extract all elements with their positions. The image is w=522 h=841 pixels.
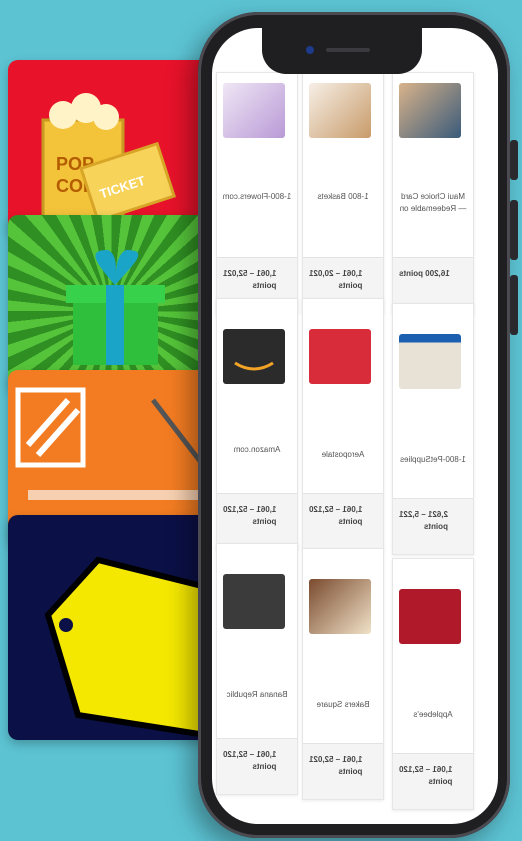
tile-footer: 1,061 – 52,120 points	[217, 493, 297, 549]
banana-republic-card-image	[223, 574, 285, 629]
tile-footer: 1,061 – 52,120 points	[393, 753, 473, 809]
speaker-grille	[326, 48, 370, 52]
front-camera-icon	[306, 46, 314, 54]
gift-tile-aeropostale[interactable]: Aeropostale 1,061 – 52,120 points	[302, 298, 384, 550]
applebees-card-image	[399, 589, 461, 644]
maui-card-image	[399, 83, 461, 138]
amazon-card-image	[223, 329, 285, 384]
baskets-card-image	[309, 83, 371, 138]
bakers-square-card-image	[309, 579, 371, 634]
gift-tile-amazon[interactable]: Amazon.com 1,061 – 52,120 points	[216, 298, 298, 550]
aeropostale-card-image	[309, 329, 371, 384]
side-button	[510, 275, 518, 335]
amazon-smile-icon	[234, 361, 274, 371]
tile-footer: 1,061 – 52,120 points	[303, 493, 383, 549]
gift-tile-petsupplies[interactable]: 1-800-PetSupplies 2,621 – 5,221 points	[392, 303, 474, 555]
gift-tile-applebees[interactable]: Applebee's 1,061 – 52,120 points	[392, 558, 474, 810]
petsupplies-card-image	[399, 334, 461, 389]
flowers-card-image	[223, 83, 285, 138]
gift-card-grid: 1-800-Flowers.com 1,061 – 52,021 points …	[212, 28, 498, 824]
volume-down-button	[510, 200, 518, 260]
tile-footer: 2,621 – 5,221 points	[393, 498, 473, 554]
tile-footer: 1,061 – 52,021 points	[303, 743, 383, 799]
gift-tile-baskets[interactable]: 1-800 Baskets 1,061 – 20,021 points	[302, 72, 384, 314]
gift-tile-bakers-square[interactable]: Bakers Square 1,061 – 52,021 points	[302, 548, 384, 800]
gift-tile-banana-republic[interactable]: Banana Republic 1,061 – 52,120 points	[216, 543, 298, 795]
gift-tile-maui[interactable]: Maui Choice Card — Redeemable on 16,200 …	[392, 72, 474, 314]
gift-tile-flowers[interactable]: 1-800-Flowers.com 1,061 – 52,021 points	[216, 72, 298, 314]
volume-up-button	[510, 140, 518, 180]
tile-footer: 1,061 – 52,120 points	[217, 738, 297, 794]
